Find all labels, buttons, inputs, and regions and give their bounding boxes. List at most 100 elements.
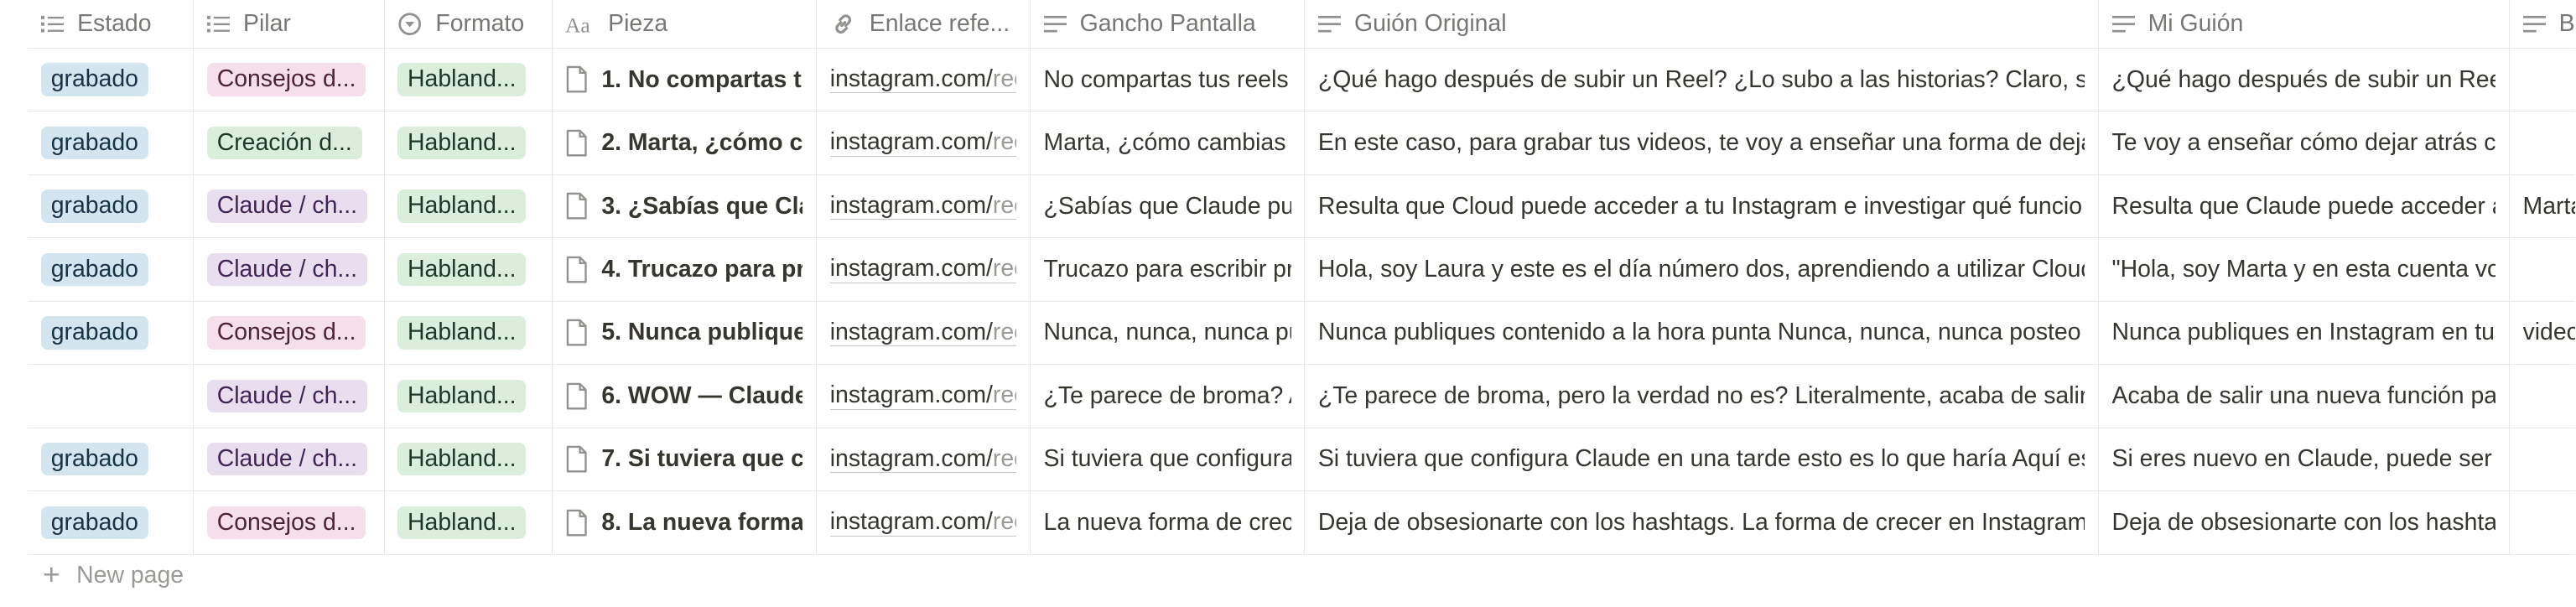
cell-estado[interactable]: grabado xyxy=(28,174,195,238)
cell-estado[interactable]: grabado xyxy=(28,428,195,491)
cell-pilar[interactable]: Consejos d... xyxy=(194,491,385,554)
column-header-enlace[interactable]: Enlace refe... xyxy=(817,0,1031,48)
cell-enlace[interactable]: instagram.com/reel xyxy=(817,48,1031,112)
cell-formato[interactable]: Habland... xyxy=(385,238,553,301)
cell-extra[interactable] xyxy=(2510,112,2575,174)
page-title[interactable]: 6. WOW — Claude a xyxy=(601,382,802,410)
cell-enlace[interactable]: instagram.com/reel xyxy=(817,112,1031,174)
cell-formato[interactable]: Habland... xyxy=(385,174,553,238)
cell-pieza[interactable]: 2. Marta, ¿cómo ca xyxy=(553,112,818,174)
cell-pilar[interactable]: Consejos d... xyxy=(194,301,385,365)
cell-mi-guion[interactable]: Nunca publiques en Instagram en tu xyxy=(2099,301,2510,365)
cell-extra[interactable] xyxy=(2510,491,2575,553)
cell-formato[interactable]: Habland... xyxy=(385,301,553,365)
table-row[interactable]: Claude / ch... Habland... 6. WOW — Claud… xyxy=(28,365,2576,428)
cell-pieza[interactable]: 5. Nunca publiques xyxy=(553,301,818,365)
column-header-extra[interactable]: B xyxy=(2510,0,2575,48)
cell-formato[interactable]: Habland... xyxy=(385,365,553,428)
cell-pilar[interactable]: Claude / ch... xyxy=(194,174,385,238)
cell-gancho[interactable]: ¿Te parece de broma? A xyxy=(1031,365,1306,428)
cell-estado[interactable]: grabado xyxy=(28,48,195,112)
cell-extra[interactable] xyxy=(2510,238,2575,300)
cell-mi-guion[interactable]: Si eres nuevo en Claude, puede ser a xyxy=(2099,428,2510,491)
cell-formato[interactable]: Habland... xyxy=(385,48,553,112)
cell-mi-guion[interactable]: ¿Qué hago después de subir un Reel? xyxy=(2099,48,2510,112)
cell-guion-original[interactable]: En este caso, para grabar tus videos, te… xyxy=(1305,112,2099,174)
cell-gancho[interactable]: Trucazo para escribir pro xyxy=(1031,238,1306,301)
cell-estado[interactable]: grabado xyxy=(28,491,195,554)
reference-link[interactable]: instagram.com/reel xyxy=(829,66,1017,94)
cell-gancho[interactable]: Si tuviera que configurar xyxy=(1031,428,1306,491)
page-title[interactable]: 7. Si tuviera que co xyxy=(601,445,802,473)
table-row[interactable]: grabado Creación d... Habland... 2. Mart… xyxy=(28,112,2576,175)
page-title[interactable]: 2. Marta, ¿cómo ca xyxy=(601,129,802,157)
page-title[interactable]: 5. Nunca publiques xyxy=(601,319,802,346)
column-header-pieza[interactable]: Aa Pieza xyxy=(553,0,818,48)
reference-link[interactable]: instagram.com/reel xyxy=(829,319,1017,347)
table-row[interactable]: grabado Consejos d... Habland... 1. No c… xyxy=(28,48,2576,112)
cell-guion-original[interactable]: Hola, soy Laura y este es el día número … xyxy=(1305,238,2099,301)
cell-estado[interactable]: grabado xyxy=(28,238,195,301)
page-title[interactable]: 8. La nueva forma d xyxy=(601,509,802,537)
cell-gancho[interactable]: ¿Sabías que Claude pue xyxy=(1031,174,1306,238)
table-row[interactable]: grabado Claude / ch... Habland... 3. ¿Sa… xyxy=(28,174,2576,239)
cell-mi-guion[interactable]: Deja de obsesionarte con los hashtag xyxy=(2099,491,2510,554)
cell-enlace[interactable]: instagram.com/reel xyxy=(817,301,1031,365)
cell-guion-original[interactable]: ¿Te parece de broma, pero la verdad no e… xyxy=(1305,365,2099,428)
cell-gancho[interactable]: Marta, ¿cómo cambias lo xyxy=(1031,112,1306,174)
reference-link[interactable]: instagram.com/reel xyxy=(829,509,1017,537)
cell-extra[interactable]: video xyxy=(2510,302,2576,364)
reference-link[interactable]: instagram.com/reel xyxy=(829,193,1017,220)
cell-pieza[interactable]: 1. No compartas tu xyxy=(553,48,818,112)
cell-extra[interactable] xyxy=(2510,428,2575,490)
cell-guion-original[interactable]: Si tuviera que configura Claude en una t… xyxy=(1305,428,2099,491)
page-title[interactable]: 4. Trucazo para pro xyxy=(601,256,802,283)
table-row[interactable]: grabado Consejos d... Habland... 8. La n… xyxy=(28,491,2576,555)
table-row[interactable]: grabado Claude / ch... Habland... 4. Tru… xyxy=(28,238,2576,302)
cell-pilar[interactable]: Claude / ch... xyxy=(194,428,385,491)
cell-enlace[interactable]: instagram.com/reel xyxy=(817,365,1031,428)
cell-guion-original[interactable]: Nunca publiques contenido a la hora punt… xyxy=(1305,301,2099,365)
cell-guion-original[interactable]: Resulta que Cloud puede acceder a tu Ins… xyxy=(1305,174,2099,238)
cell-pilar[interactable]: Claude / ch... xyxy=(194,238,385,301)
cell-estado[interactable] xyxy=(28,365,195,428)
cell-extra[interactable] xyxy=(2510,365,2575,427)
column-header-mi-guion[interactable]: Mi Guión xyxy=(2099,0,2510,48)
cell-mi-guion[interactable]: "Hola, soy Marta y en esta cuenta vo xyxy=(2099,238,2510,301)
cell-guion-original[interactable]: Deja de obsesionarte con los hashtags. L… xyxy=(1305,491,2099,554)
cell-mi-guion[interactable]: Acaba de salir una nueva función par xyxy=(2099,365,2510,428)
column-header-gancho[interactable]: Gancho Pantalla xyxy=(1031,0,1306,48)
reference-link[interactable]: instagram.com/reel xyxy=(829,129,1017,157)
cell-pilar[interactable]: Consejos d... xyxy=(194,48,385,112)
reference-link[interactable]: instagram.com/reel xyxy=(829,446,1017,474)
cell-pilar[interactable]: Creación d... xyxy=(194,112,385,174)
cell-pieza[interactable]: 8. La nueva forma d xyxy=(553,491,818,554)
reference-link[interactable]: instagram.com/reel xyxy=(829,256,1017,283)
table-row[interactable]: grabado Claude / ch... Habland... 7. Si … xyxy=(28,428,2576,492)
cell-enlace[interactable]: instagram.com/reel xyxy=(817,491,1031,554)
page-title[interactable]: 1. No compartas tu xyxy=(601,66,802,94)
reference-link[interactable]: instagram.com/reel xyxy=(829,382,1017,410)
table-row[interactable]: grabado Consejos d... Habland... 5. Nunc… xyxy=(28,301,2576,366)
page-title[interactable]: 3. ¿Sabías que Clau xyxy=(601,193,802,220)
cell-extra[interactable]: Marta xyxy=(2510,175,2576,237)
new-page-button[interactable]: + New page xyxy=(43,560,184,589)
column-header-guion-original[interactable]: Guión Original xyxy=(1305,0,2099,48)
cell-extra[interactable] xyxy=(2510,49,2575,111)
cell-gancho[interactable]: Nunca, nunca, nunca pu xyxy=(1031,301,1306,365)
cell-gancho[interactable]: No compartas tus reels a xyxy=(1031,48,1306,112)
cell-pieza[interactable]: 3. ¿Sabías que Clau xyxy=(553,174,818,238)
cell-pieza[interactable]: 7. Si tuviera que co xyxy=(553,428,818,491)
cell-pieza[interactable]: 4. Trucazo para pro xyxy=(553,238,818,301)
cell-formato[interactable]: Habland... xyxy=(385,428,553,491)
cell-estado[interactable]: grabado xyxy=(28,112,195,174)
column-header-estado[interactable]: Estado xyxy=(28,0,195,48)
cell-mi-guion[interactable]: Resulta que Claude puede acceder a xyxy=(2099,174,2510,238)
cell-formato[interactable]: Habland... xyxy=(385,491,553,554)
column-header-pilar[interactable]: Pilar xyxy=(194,0,385,48)
cell-enlace[interactable]: instagram.com/reel xyxy=(817,238,1031,301)
cell-enlace[interactable]: instagram.com/reel xyxy=(817,428,1031,491)
cell-mi-guion[interactable]: Te voy a enseñar cómo dejar atrás cu xyxy=(2099,112,2510,174)
cell-estado[interactable]: grabado xyxy=(28,301,195,365)
cell-gancho[interactable]: La nueva forma de crece xyxy=(1031,491,1306,554)
